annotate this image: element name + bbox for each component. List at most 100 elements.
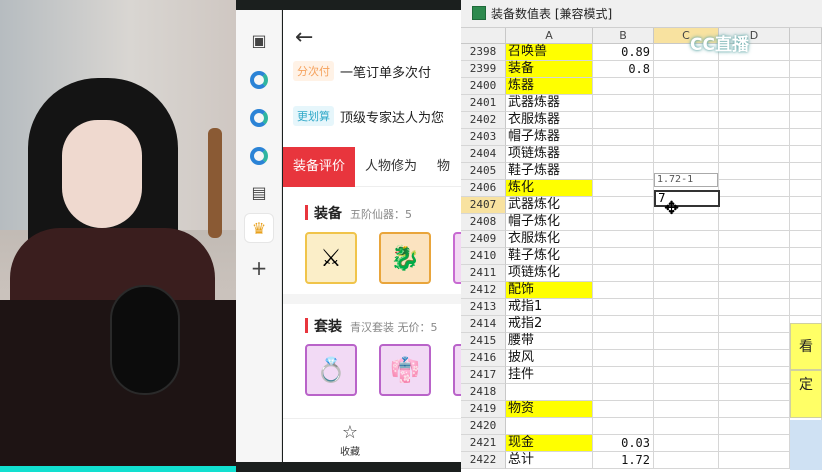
cell-e[interactable]: [790, 299, 822, 316]
cell-c[interactable]: [654, 401, 719, 418]
cell-c[interactable]: [654, 367, 719, 384]
cell-b[interactable]: [593, 282, 654, 299]
cell-a[interactable]: 总计: [506, 452, 593, 469]
cell-b[interactable]: [593, 78, 654, 95]
cell-d[interactable]: [719, 163, 790, 180]
cell-d[interactable]: [719, 299, 790, 316]
shopping-icon[interactable]: ♛: [245, 214, 273, 242]
cell-d[interactable]: [719, 197, 790, 214]
row-number[interactable]: 2412: [461, 282, 506, 299]
plus-icon[interactable]: +: [245, 254, 273, 282]
cell-a[interactable]: 戒指1: [506, 299, 593, 316]
cell-a[interactable]: 戒指2: [506, 316, 593, 333]
row-number[interactable]: 2418: [461, 384, 506, 401]
cell-b[interactable]: [593, 333, 654, 350]
cell-e[interactable]: [790, 112, 822, 129]
cell-a[interactable]: 炼器: [506, 78, 593, 95]
row-number[interactable]: 2404: [461, 146, 506, 163]
cell-a[interactable]: 鞋子炼化: [506, 248, 593, 265]
ring-item-icon[interactable]: 💍: [305, 344, 357, 396]
row-number[interactable]: 2406: [461, 180, 506, 197]
cell-b[interactable]: 0.8: [593, 61, 654, 78]
cell-c[interactable]: [654, 418, 719, 435]
cell-a[interactable]: 鞋子炼器: [506, 163, 593, 180]
cell-d[interactable]: [719, 401, 790, 418]
cell-d[interactable]: [719, 265, 790, 282]
cell-d[interactable]: [719, 418, 790, 435]
cell-d[interactable]: [719, 214, 790, 231]
cell-c[interactable]: [654, 112, 719, 129]
side-note-cell[interactable]: 看: [790, 323, 822, 370]
cell-b[interactable]: [593, 401, 654, 418]
cell-e[interactable]: [790, 129, 822, 146]
row-number[interactable]: 2419: [461, 401, 506, 418]
cell-c[interactable]: [654, 333, 719, 350]
equipment-item-icon[interactable]: 🐉: [379, 232, 431, 284]
set-item-icon[interactable]: [453, 344, 461, 396]
cell-c[interactable]: [654, 95, 719, 112]
cell-a[interactable]: 披风: [506, 350, 593, 367]
edge-icon[interactable]: [245, 104, 273, 132]
row-number[interactable]: 2421: [461, 435, 506, 452]
cell-b[interactable]: [593, 248, 654, 265]
cell-e[interactable]: [790, 248, 822, 265]
side-note-cell[interactable]: 定: [790, 370, 822, 418]
cell-c[interactable]: [654, 146, 719, 163]
cell-b[interactable]: [593, 163, 654, 180]
cell-d[interactable]: [719, 231, 790, 248]
tab-character-cultivation[interactable]: 人物修为: [355, 147, 427, 187]
cell-b[interactable]: 0.03: [593, 435, 654, 452]
cell-d[interactable]: [719, 367, 790, 384]
cell-e[interactable]: [790, 95, 822, 112]
cell-e[interactable]: [790, 265, 822, 282]
row-number[interactable]: 2410: [461, 248, 506, 265]
edge-icon[interactable]: [245, 142, 273, 170]
row-number[interactable]: 2409: [461, 231, 506, 248]
row-number[interactable]: 2401: [461, 95, 506, 112]
set-item-icon[interactable]: 👘: [379, 344, 431, 396]
cell-c[interactable]: [654, 282, 719, 299]
cell-a[interactable]: 项链炼器: [506, 146, 593, 163]
row-number[interactable]: 2417: [461, 367, 506, 384]
cell-a[interactable]: 武器炼化: [506, 197, 593, 214]
cell-d[interactable]: [719, 282, 790, 299]
tab-items[interactable]: 物: [427, 147, 460, 187]
cell-b[interactable]: [593, 129, 654, 146]
cell-b[interactable]: [593, 197, 654, 214]
cell-a[interactable]: 腰带: [506, 333, 593, 350]
cell-c[interactable]: [654, 452, 719, 469]
cell-b[interactable]: [593, 350, 654, 367]
cell-c[interactable]: [654, 248, 719, 265]
cell-e[interactable]: [790, 282, 822, 299]
column-header-b[interactable]: B: [593, 28, 654, 44]
cell-b[interactable]: 1.72: [593, 452, 654, 469]
cell-d[interactable]: [719, 248, 790, 265]
cell-a[interactable]: 帽子炼化: [506, 214, 593, 231]
cell-c[interactable]: [654, 350, 719, 367]
cell-b[interactable]: [593, 418, 654, 435]
cell-d[interactable]: [719, 452, 790, 469]
row-number[interactable]: 2422: [461, 452, 506, 469]
row-number[interactable]: 2405: [461, 163, 506, 180]
select-all-corner[interactable]: [461, 28, 506, 44]
cell-d[interactable]: [719, 350, 790, 367]
column-header-a[interactable]: A: [506, 28, 593, 44]
promo-installment[interactable]: 分次付 一笔订单多次付: [293, 60, 431, 82]
cell-d[interactable]: [719, 384, 790, 401]
favorite-button[interactable]: ☆ 收藏: [335, 423, 365, 459]
cell-e[interactable]: [790, 231, 822, 248]
cell-c[interactable]: [654, 61, 719, 78]
cell-c[interactable]: [654, 384, 719, 401]
cell-b[interactable]: [593, 214, 654, 231]
cell-c[interactable]: [654, 231, 719, 248]
cell-d[interactable]: [719, 316, 790, 333]
cell-b[interactable]: [593, 384, 654, 401]
row-number[interactable]: 2407: [461, 197, 506, 214]
cell-c[interactable]: [654, 265, 719, 282]
equipment-item-icon[interactable]: ⚔: [305, 232, 357, 284]
cell-a[interactable]: 衣服炼化: [506, 231, 593, 248]
row-number[interactable]: 2416: [461, 350, 506, 367]
cell-c[interactable]: [654, 78, 719, 95]
cell-b[interactable]: [593, 265, 654, 282]
cell-a[interactable]: 现金: [506, 435, 593, 452]
